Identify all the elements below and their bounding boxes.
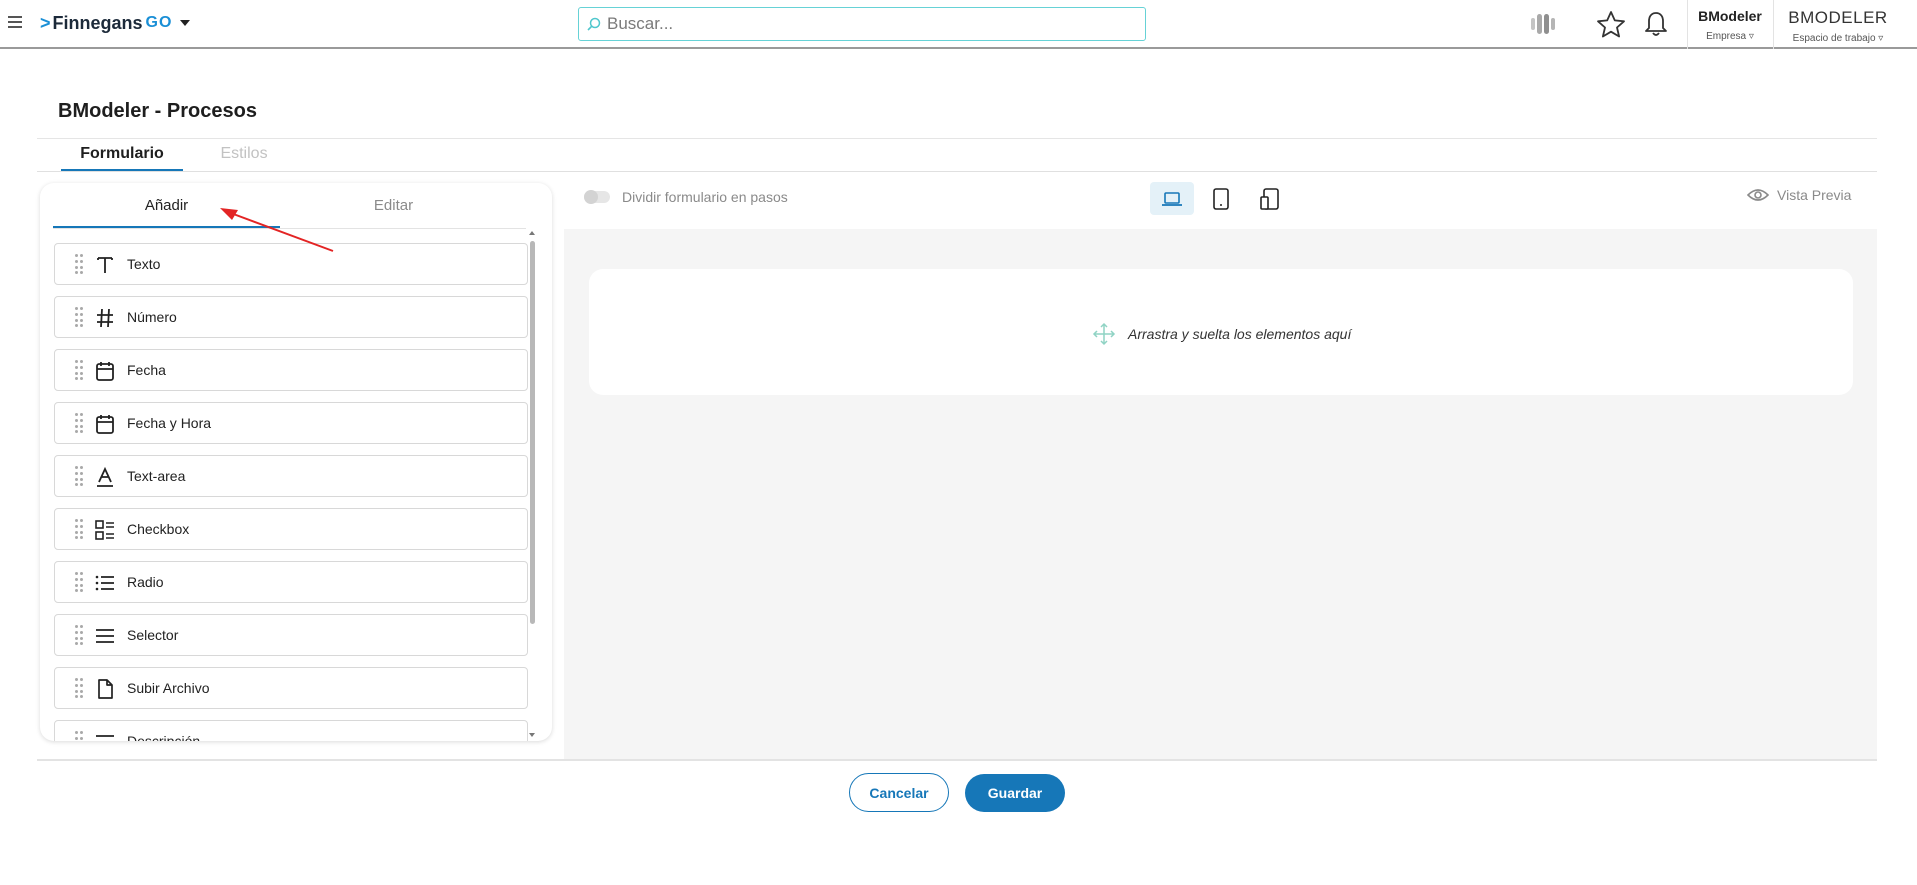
responsive-view-button[interactable] xyxy=(1248,182,1292,215)
drop-zone-hint: Arrastra y suelta los elementos aquí xyxy=(1092,322,1351,346)
drag-handle-icon[interactable] xyxy=(75,413,83,433)
checklist-icon xyxy=(95,520,114,540)
chevron-down-icon: ▿ xyxy=(1748,31,1754,42)
list-item-label: Radio xyxy=(127,574,164,590)
list-item-label: Text-area xyxy=(127,468,186,484)
elements-panel: Añadir Editar Texto Número Fecha Fecha y… xyxy=(40,183,552,741)
search-input[interactable] xyxy=(607,14,1107,34)
scroll-up-arrow-icon[interactable] xyxy=(529,231,535,235)
list-item-label: Subir Archivo xyxy=(127,680,210,696)
drag-handle-icon[interactable] xyxy=(75,731,83,741)
text-icon xyxy=(97,257,113,273)
divider xyxy=(37,759,1877,761)
list-item-label: Fecha y Hora xyxy=(127,415,212,431)
calendar-icon xyxy=(96,415,114,434)
app-logo[interactable]: > Finnegans GO xyxy=(40,12,191,34)
workspace-name: BMODELER xyxy=(1788,8,1888,27)
company-name: BModeler xyxy=(1698,8,1762,24)
hash-icon xyxy=(97,308,113,328)
workspace-label: Espacio de trabajo xyxy=(1792,33,1876,44)
list-item-numero[interactable]: Número xyxy=(54,296,528,338)
list-item-label: Texto xyxy=(127,256,161,272)
eye-icon xyxy=(1747,189,1769,201)
drag-handle-icon[interactable] xyxy=(75,572,83,592)
drag-handle-icon[interactable] xyxy=(75,254,83,274)
description-icon xyxy=(96,735,114,737)
workspace-selector[interactable]: BMODELER Espacio de trabajo ▿ xyxy=(1781,8,1895,44)
list-item-label: Número xyxy=(127,309,177,325)
tablet-view-button[interactable] xyxy=(1199,182,1243,215)
logo-text: Finnegans xyxy=(52,12,143,33)
preview-label: Vista Previa xyxy=(1777,187,1852,203)
drag-handle-icon[interactable] xyxy=(75,625,83,645)
logo-chevron-icon: > xyxy=(40,12,51,33)
drag-handle-icon[interactable] xyxy=(75,678,83,698)
app-switcher-caret-icon[interactable] xyxy=(180,20,191,26)
element-list: Texto Número Fecha Fecha y Hora Text-are… xyxy=(54,243,528,741)
header-divider xyxy=(1687,0,1688,49)
list-item-descripcion[interactable]: Descripción xyxy=(54,720,528,741)
move-icon xyxy=(1092,322,1116,346)
list-item-text-area[interactable]: Text-area xyxy=(54,455,528,497)
list-item-selector[interactable]: Selector xyxy=(54,614,528,656)
menu-lines-icon xyxy=(96,629,114,643)
hamburger-menu-icon[interactable] xyxy=(8,16,22,28)
tab-estilos[interactable]: Estilos xyxy=(183,142,305,172)
drag-handle-icon[interactable] xyxy=(75,466,83,486)
top-bar: > Finnegans GO BModeler Empresa ▿ BMODEL… xyxy=(0,0,1917,49)
drag-handle-icon[interactable] xyxy=(75,519,83,539)
list-item-fecha[interactable]: Fecha xyxy=(54,349,528,391)
logo-suffix: GO xyxy=(145,14,173,31)
scroll-down-arrow-icon[interactable] xyxy=(529,733,535,737)
annotation-arrow xyxy=(220,208,334,252)
split-steps-label: Dividir formulario en pasos xyxy=(622,189,788,205)
search-box[interactable] xyxy=(578,7,1146,41)
list-item-label: Selector xyxy=(127,627,179,643)
page-title: BModeler - Procesos xyxy=(58,100,257,122)
cancel-button[interactable]: Cancelar xyxy=(849,773,949,812)
laptop-view-button[interactable] xyxy=(1150,182,1194,215)
responsive-icon xyxy=(1260,187,1279,210)
assistant-icon[interactable] xyxy=(1529,12,1559,36)
laptop-icon xyxy=(1162,191,1182,206)
drop-zone-text: Arrastra y suelta los elementos aquí xyxy=(1128,326,1352,342)
divider xyxy=(37,138,1877,139)
split-steps-toggle[interactable] xyxy=(584,190,610,204)
list-item-label: Descripción xyxy=(127,733,201,741)
drag-handle-icon[interactable] xyxy=(75,307,83,327)
chevron-down-icon: ▿ xyxy=(1878,33,1884,44)
scrollbar-thumb[interactable] xyxy=(530,241,535,624)
drag-handle-icon[interactable] xyxy=(75,360,83,380)
divider xyxy=(37,171,1877,172)
notifications-bell-icon[interactable] xyxy=(1643,10,1669,38)
list-icon xyxy=(95,575,114,591)
file-icon xyxy=(98,679,113,699)
list-item-checkbox[interactable]: Checkbox xyxy=(54,508,528,550)
list-item-radio[interactable]: Radio xyxy=(54,561,528,603)
favorites-star-icon[interactable] xyxy=(1596,10,1626,38)
save-button[interactable]: Guardar xyxy=(965,774,1065,812)
header-divider xyxy=(1773,0,1774,49)
text-area-icon xyxy=(97,466,113,487)
calendar-icon xyxy=(96,362,114,381)
list-item-label: Checkbox xyxy=(127,521,190,537)
list-item-label: Fecha xyxy=(127,362,166,378)
tab-formulario[interactable]: Formulario xyxy=(61,142,183,172)
preview-button[interactable]: Vista Previa xyxy=(1747,187,1851,203)
company-selector[interactable]: BModeler Empresa ▿ xyxy=(1694,8,1766,42)
list-item-fecha-y-hora[interactable]: Fecha y Hora xyxy=(54,402,528,444)
page-tabs: Formulario Estilos xyxy=(61,142,305,172)
tablet-icon xyxy=(1213,187,1229,210)
search-icon xyxy=(587,17,601,31)
list-item-subir-archivo[interactable]: Subir Archivo xyxy=(54,667,528,709)
company-label: Empresa xyxy=(1706,31,1747,42)
